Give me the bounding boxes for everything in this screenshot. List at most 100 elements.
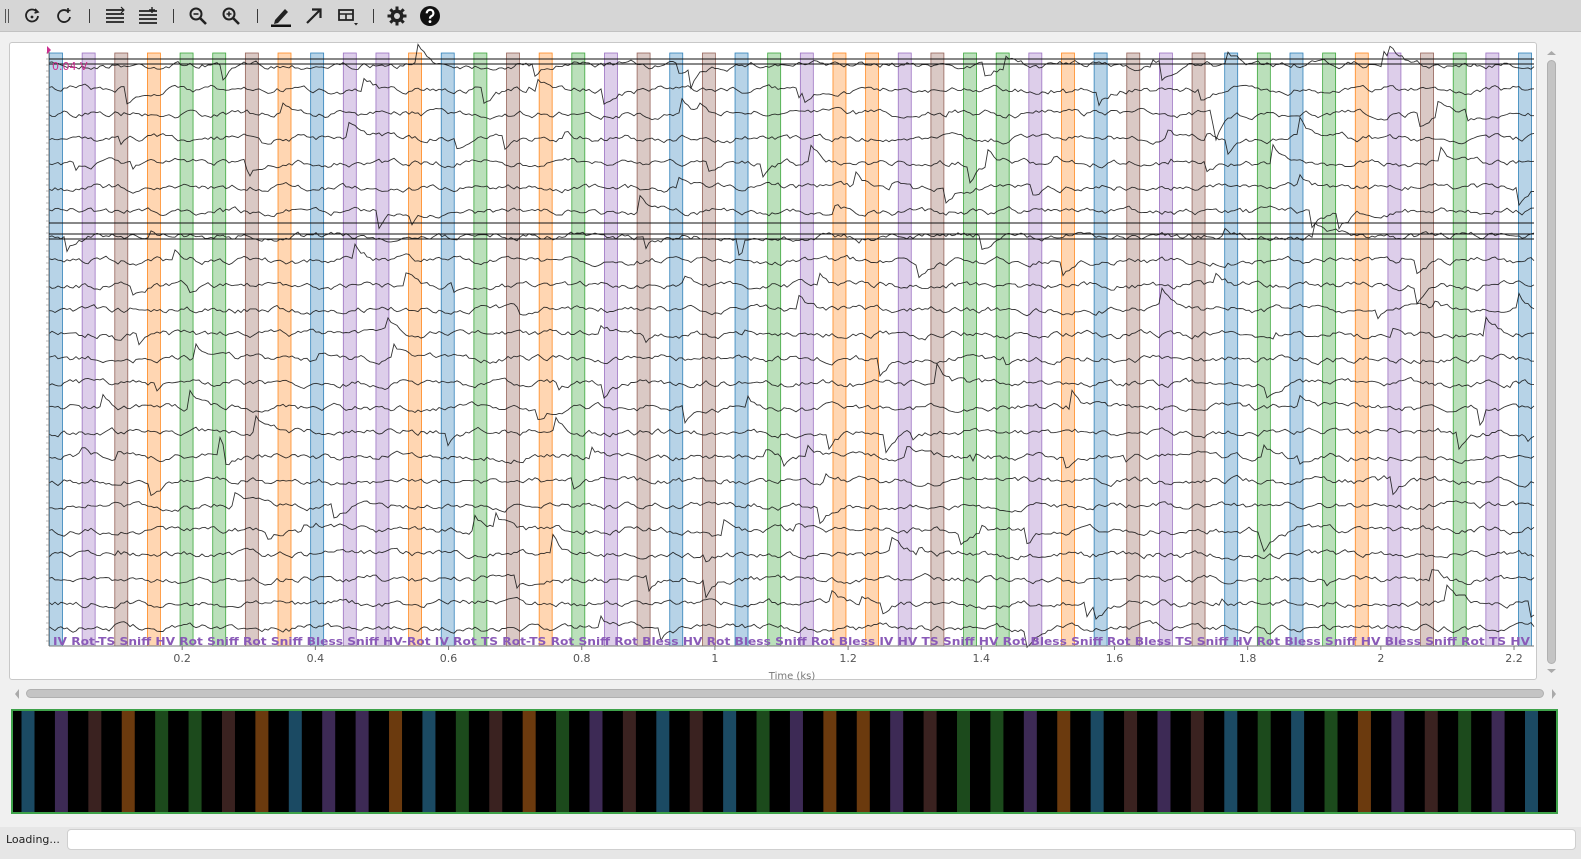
event-band[interactable] [734, 52, 749, 647]
x-tick-label: 1.8 [1239, 652, 1257, 665]
overview-band [1291, 711, 1305, 812]
reset-view-icon[interactable] [20, 4, 44, 28]
event-band[interactable] [1322, 52, 1337, 647]
event-band[interactable] [1191, 52, 1206, 647]
overview-band [1391, 711, 1405, 812]
zoom-out-icon[interactable] [186, 4, 210, 28]
signal-trace [49, 492, 1535, 525]
event-band[interactable] [1387, 52, 1402, 647]
event-band[interactable] [244, 52, 259, 647]
horizontal-scroll-thumb[interactable] [26, 689, 1544, 698]
event-band[interactable] [1289, 52, 1304, 647]
vertical-scroll-thumb[interactable] [1547, 60, 1556, 664]
event-band[interactable] [1420, 52, 1434, 647]
event-band[interactable] [506, 52, 520, 647]
event-band[interactable] [1126, 52, 1141, 647]
overview-band [221, 711, 235, 812]
signal-trace [48, 533, 1535, 563]
x-tick-label: 0.6 [440, 652, 458, 665]
overview-band [188, 711, 202, 812]
layout-menu-icon[interactable] [336, 4, 360, 28]
signal-trace [48, 243, 1535, 279]
x-tick-label: 1.6 [1106, 652, 1124, 665]
scroll-up-icon[interactable] [1545, 50, 1558, 56]
zoom-in-icon[interactable] [219, 4, 243, 28]
x-tick-label: 1.4 [973, 652, 991, 665]
event-band[interactable] [1061, 52, 1075, 647]
plot-panel[interactable]: 0.04 V IV Rot-TS Sniff HV Rot Sniff Rot … [9, 42, 1538, 681]
overview-band [1124, 711, 1138, 812]
signal-trace [48, 171, 1535, 207]
signal-trace [48, 97, 1534, 142]
event-band[interactable] [408, 52, 422, 647]
event-band[interactable] [114, 52, 129, 647]
overview-band [1023, 711, 1037, 812]
event-band[interactable] [375, 52, 390, 647]
increase-spacing-icon[interactable] [136, 4, 160, 28]
event-band[interactable] [1518, 52, 1532, 647]
overview-band [489, 711, 503, 812]
event-band[interactable] [832, 52, 847, 647]
event-band[interactable] [147, 52, 161, 647]
event-band[interactable] [179, 52, 194, 647]
annotate-pen-icon[interactable] [269, 4, 293, 28]
event-band[interactable] [571, 52, 586, 647]
event-band[interactable] [49, 52, 63, 647]
overview-band [1524, 711, 1538, 812]
overview-band [723, 711, 737, 812]
vertical-scrollbar[interactable] [1545, 51, 1558, 673]
signal-trace [48, 362, 1535, 399]
event-band[interactable] [897, 52, 912, 647]
scroll-left-icon[interactable] [13, 686, 21, 702]
signal-trace [48, 472, 1535, 497]
overview-navigator[interactable] [11, 709, 1558, 814]
signal-trace [48, 272, 1535, 305]
plot-axes [46, 46, 1534, 647]
settings-gear-icon[interactable] [385, 4, 409, 28]
overview-band [957, 711, 971, 812]
signal-plot[interactable]: 0.04 V IV Rot-TS Sniff HV Rot Sniff Rot … [10, 43, 1538, 681]
arrow-icon[interactable] [302, 4, 326, 28]
event-band[interactable] [604, 52, 618, 647]
event-band[interactable] [81, 52, 96, 647]
overview-band [422, 711, 436, 812]
event-band[interactable] [440, 52, 455, 647]
overview-band [656, 711, 670, 812]
toolbar-separator [257, 9, 258, 23]
event-band[interactable] [342, 52, 357, 647]
overview-band [121, 711, 135, 812]
scale-label: 0.04 V [52, 60, 88, 73]
overview-band [355, 711, 369, 812]
signal-trace [48, 584, 1535, 621]
overview-band [255, 711, 269, 812]
event-band[interactable] [277, 52, 292, 647]
x-tick-label: 2.2 [1505, 652, 1523, 665]
event-band[interactable] [865, 52, 880, 647]
overview-band [389, 711, 403, 812]
horizontal-scrollbar[interactable] [13, 686, 1559, 702]
event-band[interactable] [538, 52, 553, 647]
overview-band [890, 711, 904, 812]
event-band[interactable] [212, 52, 227, 647]
signal-trace [48, 43, 1535, 90]
overview-band [88, 711, 102, 812]
event-band[interactable] [1159, 52, 1173, 647]
event-band[interactable] [930, 52, 945, 647]
signal-trace [48, 342, 1535, 377]
decrease-spacing-icon[interactable] [103, 4, 127, 28]
event-label-strip: IV Rot-TS Sniff HV Rot Sniff Rot Sniff B… [53, 635, 1531, 648]
event-band[interactable] [1485, 52, 1500, 647]
overview-band [1491, 711, 1505, 812]
signal-trace [48, 116, 1535, 156]
undo-rotate-icon[interactable] [52, 4, 76, 28]
scroll-right-icon[interactable] [1550, 686, 1558, 702]
scroll-down-icon[interactable] [1545, 668, 1558, 674]
overview-band [689, 711, 703, 812]
overview-band [1424, 711, 1438, 812]
overview-band [1458, 711, 1472, 812]
event-band[interactable] [963, 52, 977, 647]
event-band[interactable] [310, 52, 325, 647]
signal-trace [48, 511, 1535, 553]
event-band[interactable] [1224, 52, 1239, 647]
help-icon[interactable] [418, 4, 442, 28]
